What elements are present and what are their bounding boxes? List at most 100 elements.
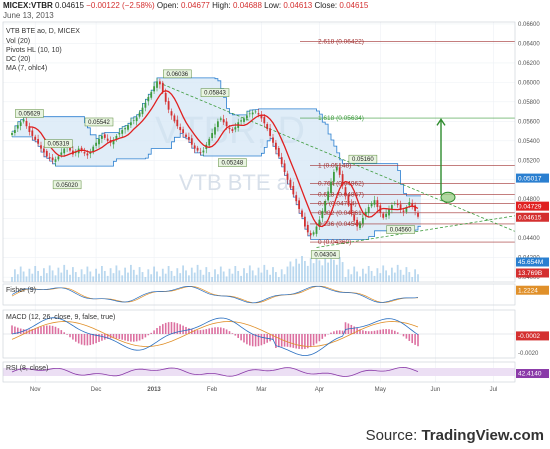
candle-body — [43, 148, 45, 153]
candle-body — [280, 157, 283, 165]
volume-bar — [399, 269, 402, 282]
volume-bar — [228, 268, 231, 282]
volume-bar — [301, 256, 303, 282]
candle-body — [190, 138, 193, 145]
macd-histogram-bar — [48, 325, 51, 334]
candle-body — [219, 118, 222, 120]
volume-bar — [344, 277, 347, 282]
macd-histogram-bar — [98, 334, 100, 342]
volume-bar — [80, 269, 83, 282]
candle-body — [234, 127, 237, 130]
macd-histogram-bar — [153, 330, 155, 334]
volume-bar — [138, 267, 141, 282]
candle-body — [98, 138, 100, 145]
macd-histogram-bar — [83, 334, 86, 346]
x-tick-label: Jun — [431, 387, 441, 393]
breakout-circle — [440, 191, 456, 203]
volume-bar — [103, 270, 106, 282]
candle-body — [31, 130, 34, 136]
source-brand: TradingView.com — [421, 427, 544, 444]
macd-histogram-bar — [156, 328, 158, 334]
legend-vol[interactable]: Vol (20) — [6, 37, 30, 46]
macd-histogram-bar — [228, 331, 231, 334]
macd-histogram-bar — [199, 330, 202, 334]
volume-bar — [350, 274, 353, 282]
candle-body — [173, 115, 176, 122]
pivot-label-text: 0.05248 — [222, 161, 244, 167]
rsi-title[interactable]: RSI (8, close) — [6, 364, 48, 373]
volume-bar — [341, 262, 344, 282]
macd-histogram-bar — [251, 334, 254, 347]
macd-histogram-bar — [124, 334, 126, 341]
volume-bar — [315, 255, 318, 282]
candle-body — [188, 136, 190, 140]
macd-histogram-bar — [324, 334, 326, 337]
macd-histogram-bar — [330, 332, 332, 334]
volume-bar — [86, 266, 89, 282]
legend-dc[interactable]: DC (20) — [6, 55, 31, 64]
pivot-label-text: 0.05160 — [352, 157, 374, 163]
candle-body — [11, 133, 13, 135]
candle-body — [103, 134, 106, 138]
macd-histogram-bar — [11, 325, 13, 334]
volume-bar — [330, 254, 332, 282]
volume-bar — [115, 265, 118, 282]
volume-bar — [202, 274, 205, 282]
legend-ma[interactable]: MA (7, ohlc4) — [6, 64, 47, 73]
candle-body — [121, 130, 124, 134]
macd-histogram-bar — [217, 327, 219, 334]
macd-histogram-bar — [133, 334, 135, 342]
volume-bar — [118, 270, 121, 282]
fisher-trigger-line — [11, 285, 419, 304]
candle-body — [225, 121, 228, 127]
candle-body — [60, 152, 63, 155]
symbol-label[interactable]: MICEX:VTBR — [3, 1, 53, 10]
candle-body — [63, 148, 66, 154]
volume-bar — [214, 269, 216, 282]
candle-body — [402, 210, 405, 212]
volume-bar — [19, 266, 22, 282]
macd-histogram-bar — [373, 330, 376, 334]
candle-body — [48, 157, 51, 159]
macd-histogram-bar — [170, 322, 173, 334]
macd-histogram-bar — [130, 334, 132, 342]
candle-body — [37, 139, 39, 144]
macd-histogram-bar — [295, 334, 297, 349]
volume-bar — [393, 272, 396, 282]
volume-bar — [263, 264, 266, 282]
volume-bar — [205, 267, 208, 282]
y-tick-label: 0.06400 — [518, 41, 540, 47]
candle-body — [217, 121, 219, 128]
candle-body — [251, 112, 254, 115]
macd-histogram-bar — [411, 334, 413, 344]
macd-histogram-bar — [365, 330, 367, 334]
y-tick-label: 0.06600 — [518, 22, 540, 28]
legend-pivots[interactable]: Pivots HL (10, 10) — [6, 46, 62, 55]
volume-bar — [43, 268, 45, 282]
candle-body — [40, 145, 42, 149]
fisher-title[interactable]: Fisher (9) — [6, 286, 36, 295]
macd-histogram-bar — [312, 334, 315, 346]
volume-bar — [144, 277, 147, 282]
x-tick-label: Jul — [490, 387, 498, 393]
candle-body — [257, 113, 260, 115]
volume-bar — [324, 257, 327, 282]
volume-bar — [106, 275, 109, 282]
volume-bar — [222, 271, 225, 282]
volume-bar — [109, 268, 112, 282]
volume-bar — [289, 261, 292, 282]
macd-title[interactable]: MACD (12, 26, close, 9, false, true) — [6, 313, 115, 322]
candle-body — [353, 214, 356, 221]
macd-histogram-bar — [127, 334, 129, 342]
candle-body — [118, 133, 121, 135]
candle-body — [141, 107, 144, 115]
macd-histogram-bar — [138, 334, 141, 341]
candle-body — [240, 120, 242, 122]
candle-body — [164, 92, 167, 102]
legend-title[interactable]: VTB BTE ao, D, MICEX — [6, 27, 80, 36]
price-change: −0.00122 (−2.58%) — [86, 1, 155, 10]
candle-body — [283, 163, 286, 172]
macd-histogram-bar — [318, 334, 321, 342]
x-tick-label: Feb — [207, 387, 218, 393]
candle-body — [199, 152, 202, 153]
